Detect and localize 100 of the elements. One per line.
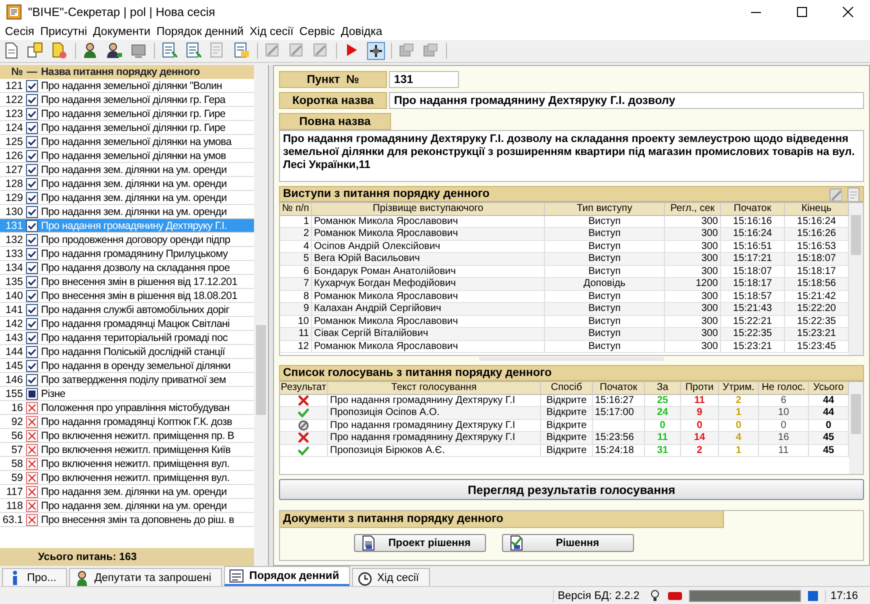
list-row[interactable]: 141 Про надання службі автомобільних доріг [0,303,254,317]
menu-item[interactable]: Порядок денний [153,26,247,38]
table-cell: 4 [719,432,759,444]
item-number: 145 [4,360,24,372]
list-row[interactable]: 143 Про надання територіальній громаді пос [0,331,254,345]
person-icon[interactable] [106,42,124,60]
cross-icon [26,472,38,484]
item-title: Про надання зем. ділянки на ум. оренди [40,164,227,176]
list-row[interactable]: 58 Про включення нежитл. приміщення вул. [0,457,254,471]
item-title: Про надання громадянці Коптюк Г.К. дозв [40,416,232,428]
list-row[interactable]: 129 Про надання зем. ділянки на ум. оренди [0,191,254,205]
column-header: За [645,382,681,394]
menu-item[interactable]: Довідка [338,26,386,38]
list-row[interactable]: 59 Про включення нежитл. приміщення вул. [0,471,254,485]
document-icon[interactable] [51,42,69,60]
table-cell: 2 [280,228,312,240]
table-cell: Відкрите [541,394,593,407]
list-row[interactable]: 126 Про надання земельної ділянки на умов [0,149,254,163]
cross-icon [26,402,38,414]
list-row[interactable]: 128 Про надання зем. ділянки на ум. оренди [0,177,254,191]
list-row[interactable]: 124 Про надання земельної ділянки гр. Гире [0,121,254,135]
list-row[interactable]: 92 Про надання громадянці Коптюк Г.К. дозв [0,415,254,429]
section-title: Виступи з питання порядку денного [283,188,491,200]
item-title: Про включення нежитл. приміщення вул. [40,472,230,484]
item-title: Про включення нежитл. приміщення Київ [40,444,231,456]
table-cell: 15:17:21 [721,253,785,266]
column-header: № [10,66,24,78]
pointer-icon[interactable] [367,42,385,60]
list-row[interactable]: 122 Про надання земельної ділянки гр. Гера [0,93,254,107]
item-number: 146 [4,374,24,386]
menu-item[interactable]: Сервіс [296,26,338,38]
list-row[interactable]: 127 Про надання зем. ділянки на ум. оренди [0,163,254,177]
list-row[interactable]: 145 Про надання в оренду земельної ділянки [0,359,254,373]
list-row[interactable]: 142 Про надання громадянці Мацюк Світлані [0,317,254,331]
list-row[interactable]: 125 Про надання земельної ділянки на умова [0,135,254,149]
maximize-icon[interactable] [796,6,808,18]
checkbox-icon [26,290,38,302]
list-row[interactable]: 134 Про надання дозволу на складання прое [0,261,254,275]
list-row[interactable]: 132 Про продовження договору оренди підпр [0,233,254,247]
close-icon[interactable] [842,6,854,18]
list-row[interactable]: 121 Про надання земельної ділянки "Волин [0,79,254,93]
item-title: Про надання громадянину Дехтяруку Г.І. [40,220,227,232]
table-cell: 10 [759,407,809,420]
input-field[interactable]: 131 [389,71,459,88]
edit-icon[interactable] [828,187,842,201]
list-row[interactable]: 155 Різне [0,387,254,401]
indicator-icon [667,590,684,602]
list-row[interactable]: 57 Про включення нежитл. приміщення Київ [0,443,254,457]
column-header: Спосіб [541,382,593,394]
item-title: Про надання земельної ділянки гр. Гера [40,94,226,106]
document-button[interactable]: Рішення [502,534,634,552]
table-cell: 45 [809,432,849,444]
cross-icon [26,458,38,470]
tab[interactable]: Порядок денний [224,566,350,586]
list-row[interactable]: 130 Про надання зем. ділянки на ум. оренди [0,205,254,219]
list-row[interactable]: 135 Про внесення змін в рішення від 17.12.201 [0,275,254,289]
monitor-icon[interactable] [130,42,148,60]
item-title: Про надання в оренду земельної ділянки [40,360,231,372]
menu-item[interactable]: Документи [90,26,154,38]
checkbox-icon [26,206,38,218]
menu-item[interactable]: Хід сесії [246,26,296,38]
list-row[interactable]: 63.1 Про внесення змін та доповнень до ріш. в [0,513,254,527]
list-row[interactable]: 16 Положення про управління містобудуван [0,401,254,415]
scrollbar[interactable] [849,203,863,355]
table-cell: 11 [681,394,719,407]
table-cell: 1 [280,216,312,228]
list-row[interactable]: 133 Про надання громадянину Прилуцькому [0,247,254,261]
document-icon [509,535,524,551]
list-icon[interactable] [161,42,179,60]
item-number: 127 [4,164,24,176]
menu-item[interactable]: Сесія [2,26,38,38]
input-field[interactable]: Про надання громадянину Дехтяруку Г.І. дозволу [389,92,864,109]
checkbox-icon [26,80,38,92]
list-row[interactable]: 140 Про внесення змін в рішення від 18.08.201 [0,289,254,303]
list-row[interactable]: 118 Про надання зем. ділянки на ум. оренди [0,499,254,513]
table-cell: 300 [665,266,721,278]
list-icon[interactable] [233,42,251,60]
table-cell: 24 [645,407,681,420]
text-area[interactable]: Про надання громадянину Дехтяруку Г.І. дозволу на складання проекту землеустрою щодо відведення земельної ділянки для реконструкції з розширенням квартири під магазин промислових товарів на вул. Лесі Українки,11 [279,130,864,182]
list-row[interactable]: 56 Про включення нежитл. приміщення пр. В [0,429,254,443]
menu-item[interactable]: Присутні [37,26,90,38]
item-number: 129 [4,192,24,204]
list-row[interactable]: 146 Про затвердження поділу приватної зем [0,373,254,387]
item-number: 135 [4,276,24,288]
list-row[interactable]: 123 Про надання земельної ділянки гр. Гире [0,107,254,121]
results-button[interactable]: Перегляд результатів голосування [279,479,864,500]
document-button[interactable]: Проект рішення [354,534,486,552]
scrollbar[interactable] [254,65,268,566]
copy-icon[interactable] [27,42,45,60]
list-icon[interactable] [185,42,203,60]
table-cell: 10 [280,316,312,328]
item-title: Про надання зем. ділянки на ум. оренди [40,206,227,218]
table-cell: 0 [645,420,681,432]
tab[interactable]: Депутати та запрошені [69,568,222,586]
list-row[interactable]: 144 Про надання Поліській дослідній станції [0,345,254,359]
checkbox-icon [26,178,38,190]
list-row[interactable]: 117 Про надання зем. ділянки на ум. оренди [0,485,254,499]
scrollbar[interactable] [849,382,863,474]
tab[interactable]: Хід сесії [352,568,430,586]
tab[interactable]: Про... [2,568,68,586]
